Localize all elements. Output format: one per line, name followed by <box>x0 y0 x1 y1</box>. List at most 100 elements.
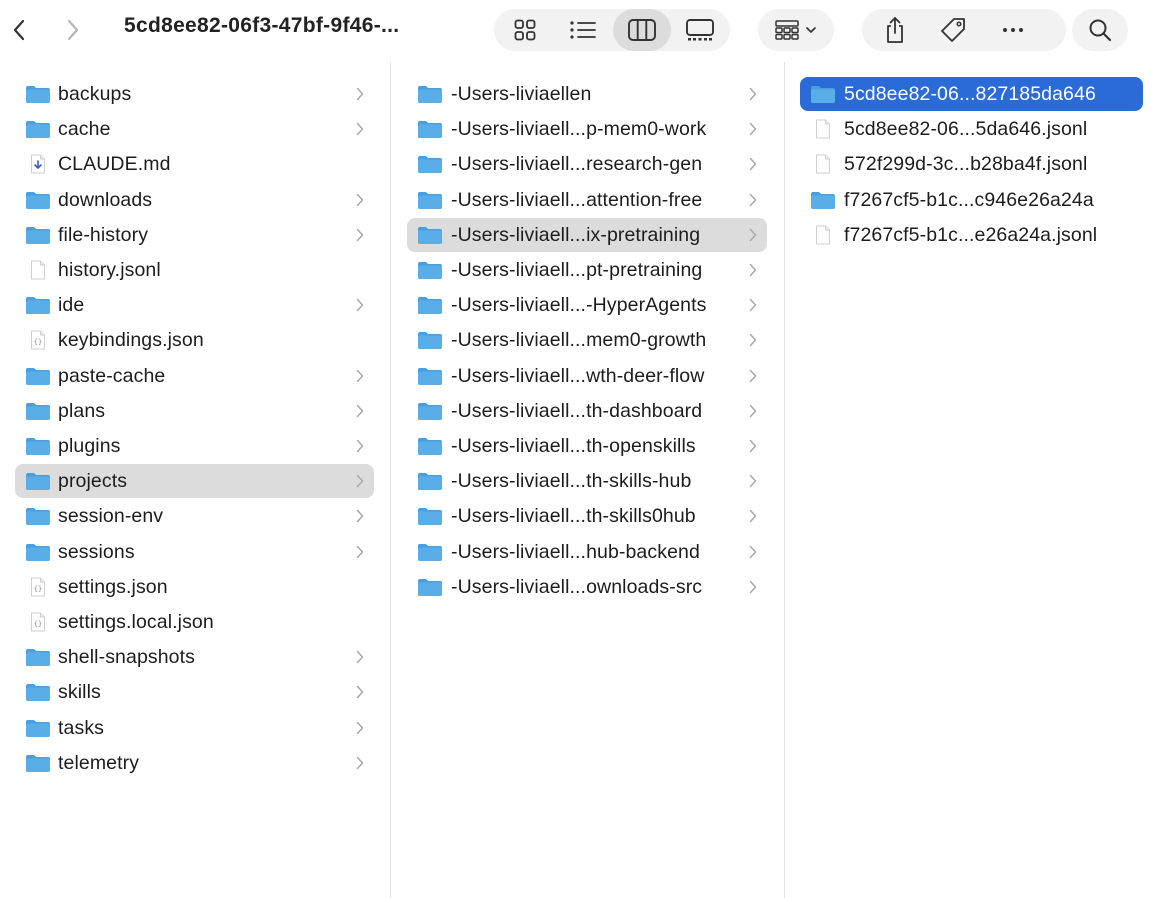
folder-row[interactable]: skills <box>15 675 374 709</box>
item-label: cache <box>58 118 111 141</box>
share-button[interactable] <box>872 9 918 51</box>
grid-icon <box>514 19 536 41</box>
chevron-right-icon <box>354 120 366 138</box>
item-label: plans <box>58 399 106 422</box>
folder-row[interactable]: downloads <box>15 183 374 217</box>
item-label: -Users-liviaell...wth-deer-flow <box>451 364 705 387</box>
folder-row[interactable]: telemetry <box>15 746 374 780</box>
item-label: keybindings.json <box>58 329 204 352</box>
chevron-right-icon <box>354 507 366 525</box>
folder-icon <box>25 471 51 491</box>
file-row[interactable]: 5cd8ee82-06...5da646.jsonl <box>800 112 1143 146</box>
svg-text:{}: {} <box>34 338 42 346</box>
folder-row[interactable]: -Users-liviaell...th-openskills <box>407 429 767 463</box>
folder-row[interactable]: tasks <box>15 711 374 745</box>
folder-row[interactable]: -Users-liviaell...-HyperAgents <box>407 288 767 322</box>
json-file-icon: {} <box>25 612 51 632</box>
folder-row[interactable]: file-history <box>15 218 374 252</box>
folder-row[interactable]: -Users-liviaell...attention-free <box>407 183 767 217</box>
folder-row[interactable]: -Users-liviaell...wth-deer-flow <box>407 359 767 393</box>
gallery-view-button[interactable] <box>671 9 729 51</box>
folder-row[interactable]: paste-cache <box>15 359 374 393</box>
folder-row[interactable]: shell-snapshots <box>15 640 374 674</box>
folder-icon <box>25 190 51 210</box>
chevron-left-icon <box>13 19 25 41</box>
group-button[interactable] <box>758 9 834 51</box>
folder-icon <box>417 119 443 139</box>
folder-icon <box>417 506 443 526</box>
folder-row[interactable]: backups <box>15 77 374 111</box>
search-icon <box>1089 19 1112 42</box>
folder-row[interactable]: -Users-liviaell...p-mem0-work <box>407 112 767 146</box>
folder-row[interactable]: -Users-liviaell...ix-pretraining <box>407 217 767 252</box>
view-switcher <box>494 9 730 51</box>
folder-icon <box>25 506 51 526</box>
folder-icon <box>417 154 443 174</box>
folder-icon <box>25 119 51 139</box>
folder-row[interactable]: session-env <box>15 499 374 533</box>
folder-row[interactable]: plugins <box>15 429 374 463</box>
file-row[interactable]: history.jsonl <box>15 253 374 287</box>
folder-icon <box>417 225 443 245</box>
folder-icon <box>25 718 51 738</box>
folder-icon <box>417 190 443 210</box>
item-label: paste-cache <box>58 364 166 387</box>
forward-button[interactable] <box>54 10 92 50</box>
file-row[interactable]: f7267cf5-b1c...e26a24a.jsonl <box>800 218 1143 252</box>
folder-row[interactable]: -Users-liviaell...mem0-growth <box>407 323 767 357</box>
folder-row[interactable]: cache <box>15 112 374 146</box>
item-label: 572f299d-3c...b28ba4f.jsonl <box>844 153 1088 176</box>
folder-row[interactable]: -Users-liviaell...th-skills-hub <box>407 464 767 498</box>
folder-icon <box>25 753 51 773</box>
folder-icon <box>417 84 443 104</box>
column-view-button[interactable] <box>613 9 671 51</box>
chevron-right-icon <box>747 226 759 244</box>
chevron-right-icon <box>747 472 759 490</box>
item-label: -Users-liviaellen <box>451 83 592 105</box>
search-button[interactable] <box>1072 9 1128 51</box>
folder-row[interactable]: -Users-liviaell...ownloads-src <box>407 570 767 604</box>
item-label: CLAUDE.md <box>58 153 171 176</box>
folder-row[interactable]: -Users-liviaell...hub-backend <box>407 535 767 569</box>
item-label: ide <box>58 294 85 317</box>
chevron-right-icon <box>747 191 759 209</box>
more-button[interactable] <box>990 9 1036 51</box>
folder-icon <box>25 225 51 245</box>
folder-row[interactable]: sessions <box>15 535 374 569</box>
folder-row[interactable]: ide <box>15 288 374 322</box>
file-row[interactable]: {} settings.local.json <box>15 605 374 639</box>
file-row[interactable]: 572f299d-3c...b28ba4f.jsonl <box>800 147 1143 181</box>
list-view-button[interactable] <box>554 9 612 51</box>
chevron-right-icon <box>354 754 366 772</box>
folder-row[interactable]: 5cd8ee82-06...827185da646 <box>800 77 1143 111</box>
column-2: -Users-liviaellen -Users-liviaell...p-mem… <box>391 62 784 898</box>
folder-row[interactable]: -Users-liviaellen <box>407 77 767 111</box>
folder-icon <box>417 471 443 491</box>
item-label: -Users-liviaell...th-openskills <box>451 435 696 457</box>
icon-view-button[interactable] <box>496 9 554 51</box>
item-label: file-history <box>58 223 149 246</box>
chevron-right-icon <box>747 367 759 385</box>
chevron-right-icon <box>747 261 759 279</box>
item-label: tasks <box>58 716 105 739</box>
folder-row[interactable]: -Users-liviaell...th-dashboard <box>407 394 767 428</box>
folder-row[interactable]: projects <box>15 464 374 499</box>
tag-icon <box>941 18 965 42</box>
file-row[interactable]: {} settings.json <box>15 570 374 604</box>
folder-row[interactable]: -Users-liviaell...pt-pretraining <box>407 253 767 287</box>
item-label: 5cd8ee82-06...827185da646 <box>844 83 1096 105</box>
file-row[interactable]: {} keybindings.json <box>15 323 374 357</box>
tag-button[interactable] <box>930 9 976 51</box>
folder-row[interactable]: -Users-liviaell...th-skills0hub <box>407 499 767 533</box>
file-row[interactable]: CLAUDE.md <box>15 147 374 181</box>
chevron-right-icon <box>747 155 759 173</box>
actions-group <box>862 9 1066 51</box>
back-button[interactable] <box>0 10 38 50</box>
chevron-right-icon <box>747 331 759 349</box>
chevron-right-icon <box>747 402 759 420</box>
folder-row[interactable]: f7267cf5-b1c...c946e26a24a <box>800 183 1143 217</box>
item-label: f7267cf5-b1c...e26a24a.jsonl <box>844 223 1098 246</box>
json-file-icon: {} <box>25 330 51 350</box>
folder-row[interactable]: -Users-liviaell...research-gen <box>407 147 767 181</box>
folder-row[interactable]: plans <box>15 394 374 428</box>
